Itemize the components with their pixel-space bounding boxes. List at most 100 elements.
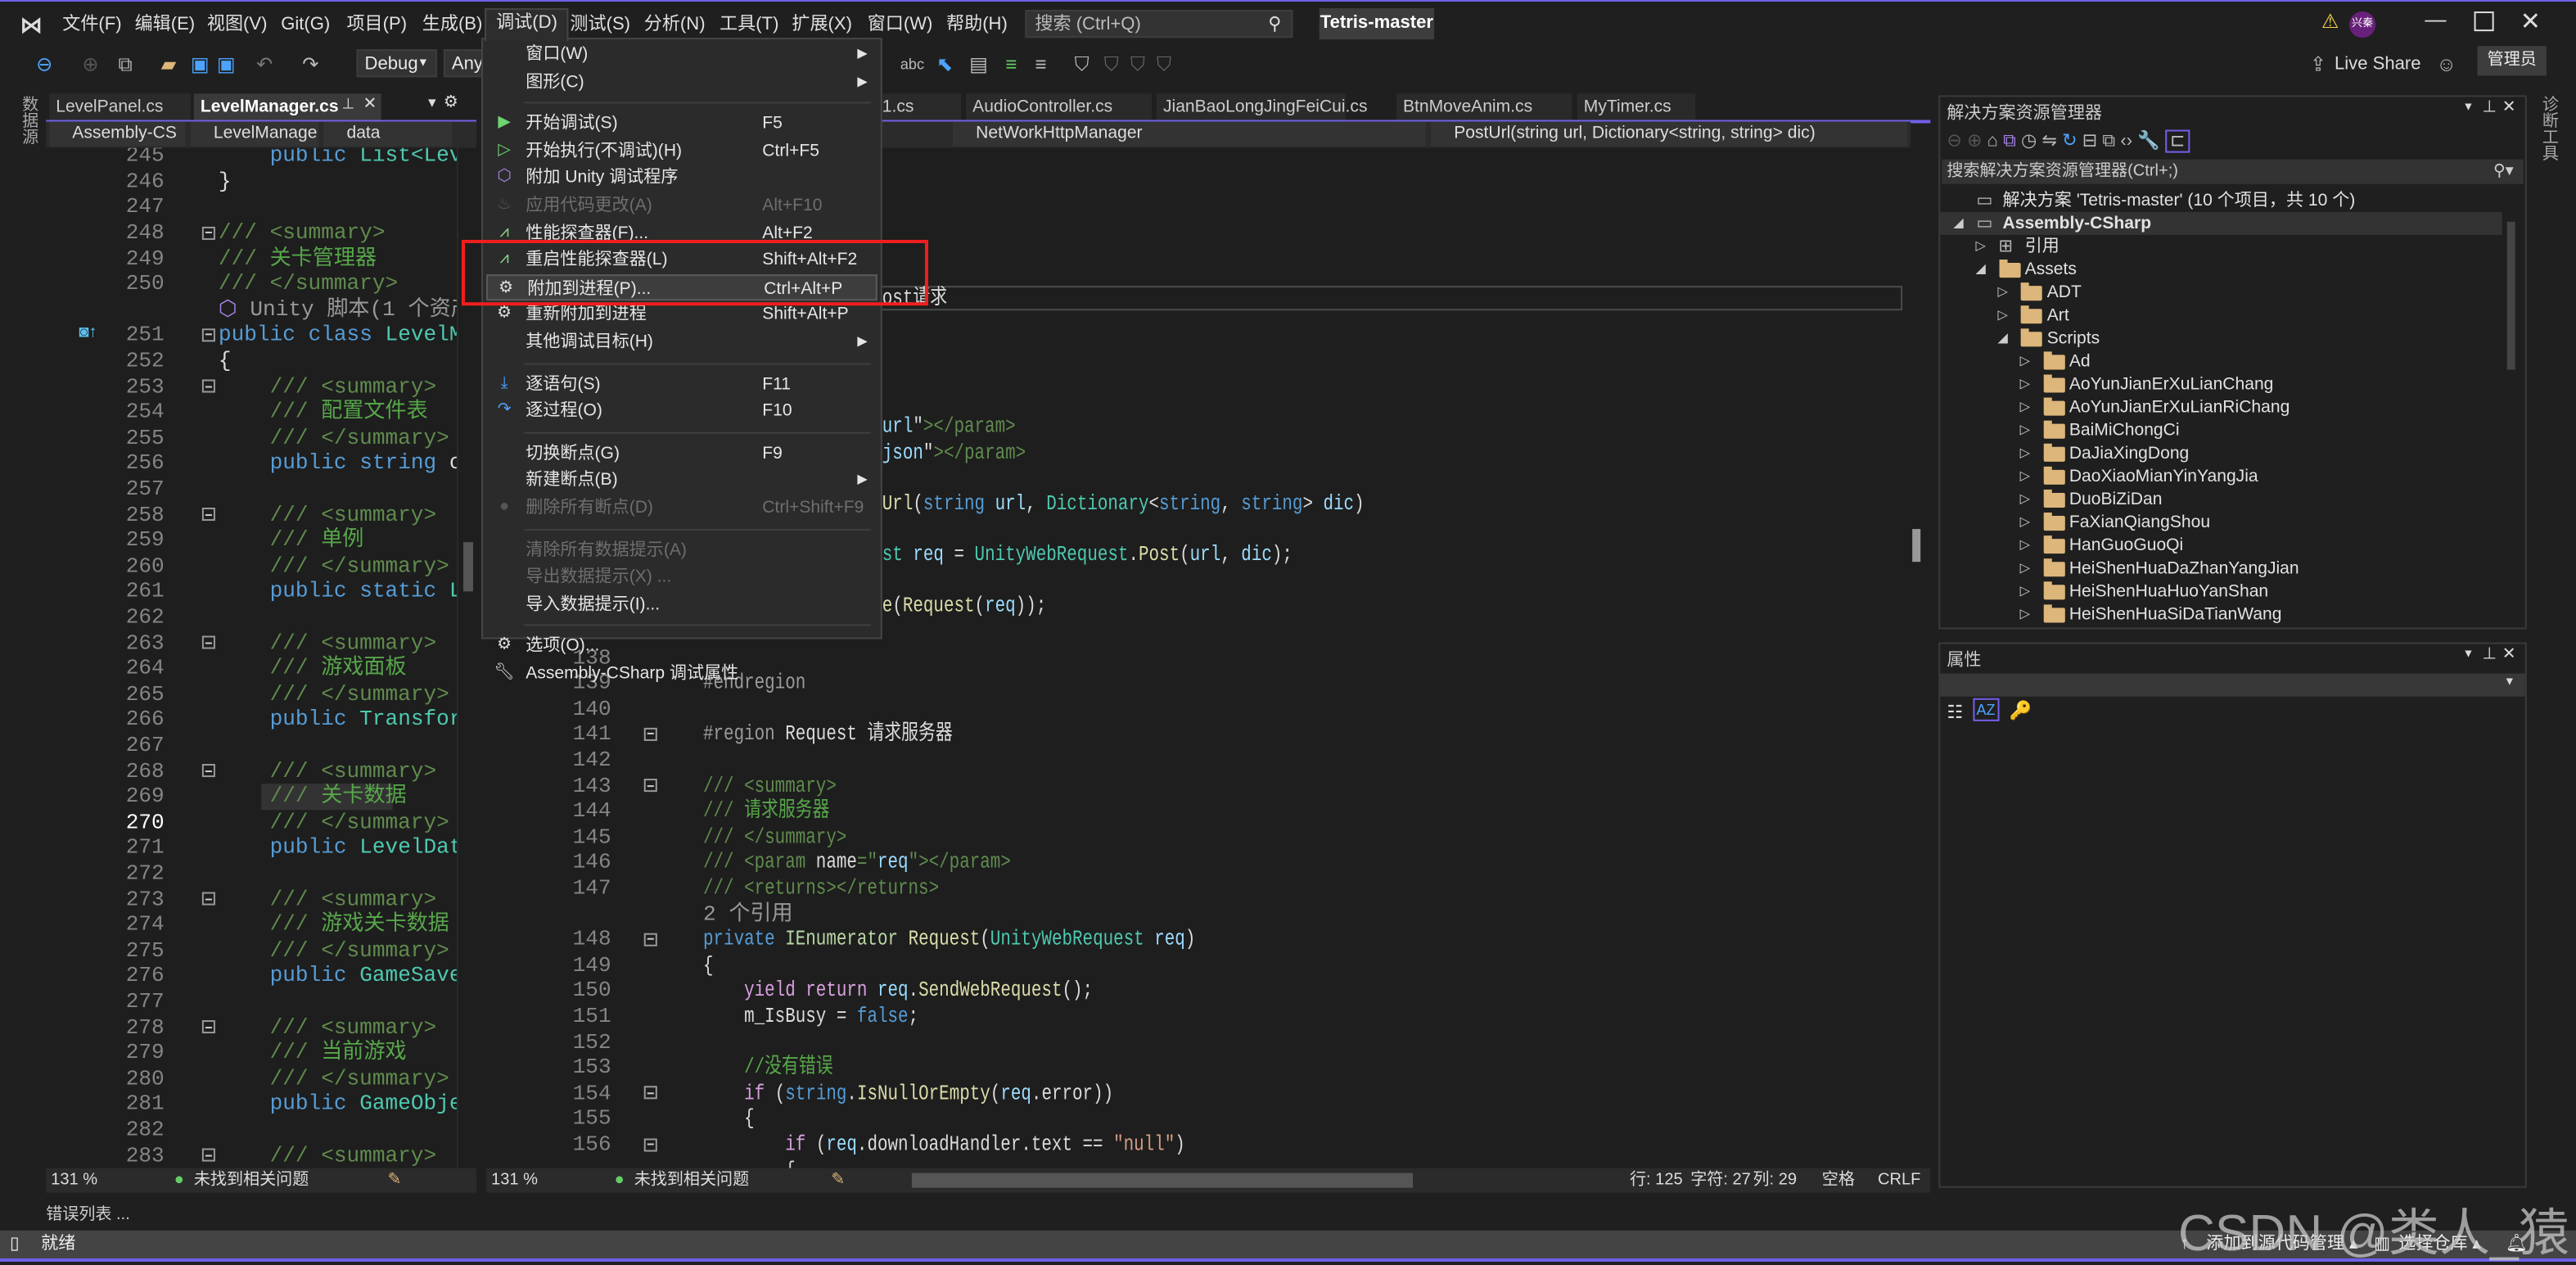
code-lens[interactable]: 2 个引用 [703,901,793,927]
right-vertical-scrollbar[interactable] [1906,147,1929,1168]
chevron-collapsed-icon[interactable]: ▷ [1998,304,2008,327]
redo-icon[interactable]: ↷ [302,51,318,77]
forward-icon[interactable]: ⊕ [1967,132,1983,151]
tab-JianBaoLongJingFeiCui.cs[interactable]: JianBaoLongJingFeiCui.cs [1156,93,1367,120]
admin-button[interactable]: 管理员 [2477,46,2547,76]
pin-icon[interactable]: ⊥ [2483,646,2497,664]
back-icon[interactable]: ⊖ [1947,132,1962,151]
chevron-expanded-icon[interactable]: ◢ [1953,212,1963,235]
pin-icon[interactable]: ⊥ [2483,98,2497,116]
code-cleanup-icon[interactable]: ✎ [388,1168,402,1193]
chevron-collapsed-icon[interactable]: ▷ [2020,511,2030,534]
menu-2[interactable]: 视图(V) [207,11,268,39]
avatar[interactable]: 兴秦 [2349,11,2376,38]
issues-status[interactable]: 未找到相关问题 [194,1168,309,1193]
tab-close-icon[interactable]: ✕ [363,95,377,113]
fold-toggle-icon[interactable] [643,779,657,793]
close-icon[interactable]: ✕ [2502,98,2516,116]
configuration-dropdown[interactable]: Debug ▼ [356,49,437,78]
tab-pin-icon[interactable]: ⊥ [341,95,354,113]
tree-item[interactable]: ▷ ADT [1940,281,2502,304]
tree-item[interactable]: ▷ DuoBiZiDan [1940,488,2502,511]
refresh-icon[interactable]: ↻ [2062,132,2077,151]
zoom-level[interactable]: 131 % [491,1168,538,1193]
issues-status[interactable]: 未找到相关问题 [634,1168,749,1193]
chevron-collapsed-icon[interactable]: ▷ [2020,350,2030,373]
forward-icon[interactable]: ⊕ [82,51,98,77]
type-dropdown[interactable]: NetWorkHttpManager [953,121,1427,147]
debug-menu-item[interactable]: 图形(C) ▶ [486,68,877,94]
sync-icon[interactable]: ⇋ [2041,132,2057,151]
menu-4[interactable]: 项目(P) [346,11,407,39]
debug-menu-item[interactable]: 导入数据提示(I)... [486,591,877,617]
prev-bookmark-icon[interactable]: ⛉ [1104,51,1119,77]
menu-7[interactable]: 测试(S) [570,11,630,39]
chevron-collapsed-icon[interactable]: ▷ [2020,534,2030,557]
debug-menu-item[interactable]: ↷ 逐过程(O) F10 [486,398,877,424]
tab-LevelPanel.cs[interactable]: LevelPanel.cs [49,93,191,120]
zoom-level[interactable]: 131 % [51,1168,97,1193]
pointer-icon[interactable]: ⬉ [936,51,953,77]
search-input[interactable]: 搜索 (Ctrl+Q) ⚲ [1025,10,1293,38]
error-list-tab[interactable]: 错误列表 ... [46,1199,130,1224]
spell-check-icon[interactable]: abc [900,51,924,77]
object-selector-dropdown[interactable]: ▼ [1940,673,2525,697]
code-cleanup-icon[interactable]: ✎ [832,1168,846,1193]
chevron-collapsed-icon[interactable]: ▷ [2020,557,2030,580]
close-icon[interactable]: ✕ [2502,646,2516,664]
bookmark-breakpoint-icon[interactable]: ◙↑ [79,323,97,341]
debug-menu-item[interactable]: ⤓ 逐语句(S) F11 [486,371,877,397]
tree-item[interactable]: ◢ Assets [1940,258,2502,281]
menu-11[interactable]: 窗口(W) [868,11,933,39]
chevron-expanded-icon[interactable]: ◢ [1975,258,1985,281]
tab-overflow-icon[interactable]: ▼ [426,95,439,110]
tree-item[interactable]: ▷ HeiShenHuaDaZhanYangJian [1940,557,2502,580]
diagnostic-tools-tab[interactable]: 诊断工具 [2535,95,2560,160]
tree-item[interactable]: ▷ AoYunJianErXuLianChang [1940,373,2502,395]
pending-changes-icon[interactable]: ◷ [2021,132,2037,151]
menu-1[interactable]: 编辑(E) [135,11,196,39]
uncomment-icon[interactable]: ≡ [1035,51,1046,77]
code-lens[interactable]: ⬡ Unity 脚本(1 个资产引 [219,297,457,323]
fold-toggle-icon[interactable] [201,379,215,393]
tree-item[interactable]: ▷ DaoXiaoMianYinYangJia [1940,465,2502,488]
fold-toggle-icon[interactable] [201,892,215,906]
home-icon[interactable]: ⌂ [1987,132,1998,151]
left-code-editor[interactable]: 245 public List<LevelIt246}247248/// <su… [46,147,457,1168]
fold-toggle-icon[interactable] [201,328,215,342]
menu-debug-open[interactable]: 调试(D) [485,8,569,42]
feedback-icon[interactable]: ☺ [2436,51,2456,77]
bookmark-icon[interactable]: ⛉ [1075,51,1089,77]
tree-item[interactable]: ▷ Ad [1940,350,2502,373]
fold-toggle-icon[interactable] [201,225,215,239]
fold-toggle-icon[interactable] [201,764,215,778]
clear-bookmarks-icon[interactable]: ⛉ [1157,51,1171,77]
chevron-collapsed-icon[interactable]: ▷ [2020,580,2030,603]
minimize-button[interactable]: — [2425,7,2446,31]
properties-wrench-icon[interactable]: 🔧 [2137,132,2160,151]
menu-0[interactable]: 文件(F) [62,11,121,39]
property-pages-icon[interactable]: 🔑 [2010,700,2032,721]
switch-view-icon[interactable]: ⧉ [2003,132,2016,151]
categorized-icon[interactable]: ☷ [1947,702,1963,723]
tree-item[interactable]: ▷ Art [1940,304,2502,327]
col-indicator[interactable]: 列: 29 [1753,1168,1797,1193]
new-project-icon[interactable]: ⧉ [119,51,133,77]
tree-item[interactable]: ▷ AoYunJianErXuLianRiChang [1940,396,2502,419]
type-dropdown[interactable]: LevelManage [190,121,319,147]
tree-item[interactable]: ▭ 解决方案 'Tetris-master' (10 个项目，共 10 个) [1940,189,2502,212]
debug-menu-item[interactable]: ⬡ 附加 Unity 调试程序 [486,165,877,191]
panel-menu-icon[interactable]: ▼ [2463,102,2474,113]
fold-toggle-icon[interactable] [201,508,215,522]
fold-toggle-icon[interactable] [201,1148,215,1162]
menu-3[interactable]: Git(G) [281,11,330,39]
fold-toggle-icon[interactable] [643,727,657,741]
chevron-collapsed-icon[interactable]: ▷ [1975,235,1985,258]
project-dropdown[interactable]: Assembly-CS [49,121,186,147]
menu-10[interactable]: 扩展(X) [792,11,852,39]
debug-menu-item[interactable]: ⚙ 选项(O)... [486,633,877,659]
debug-menu-item[interactable]: 新建断点(B) ▶ [486,468,877,494]
open-folder-icon[interactable]: ▰ [161,51,177,77]
collapse-all-icon[interactable]: ⊟ [2082,132,2098,151]
tree-item[interactable]: ▷ HeiShenHuaSiDaTianWang [1940,603,2502,626]
